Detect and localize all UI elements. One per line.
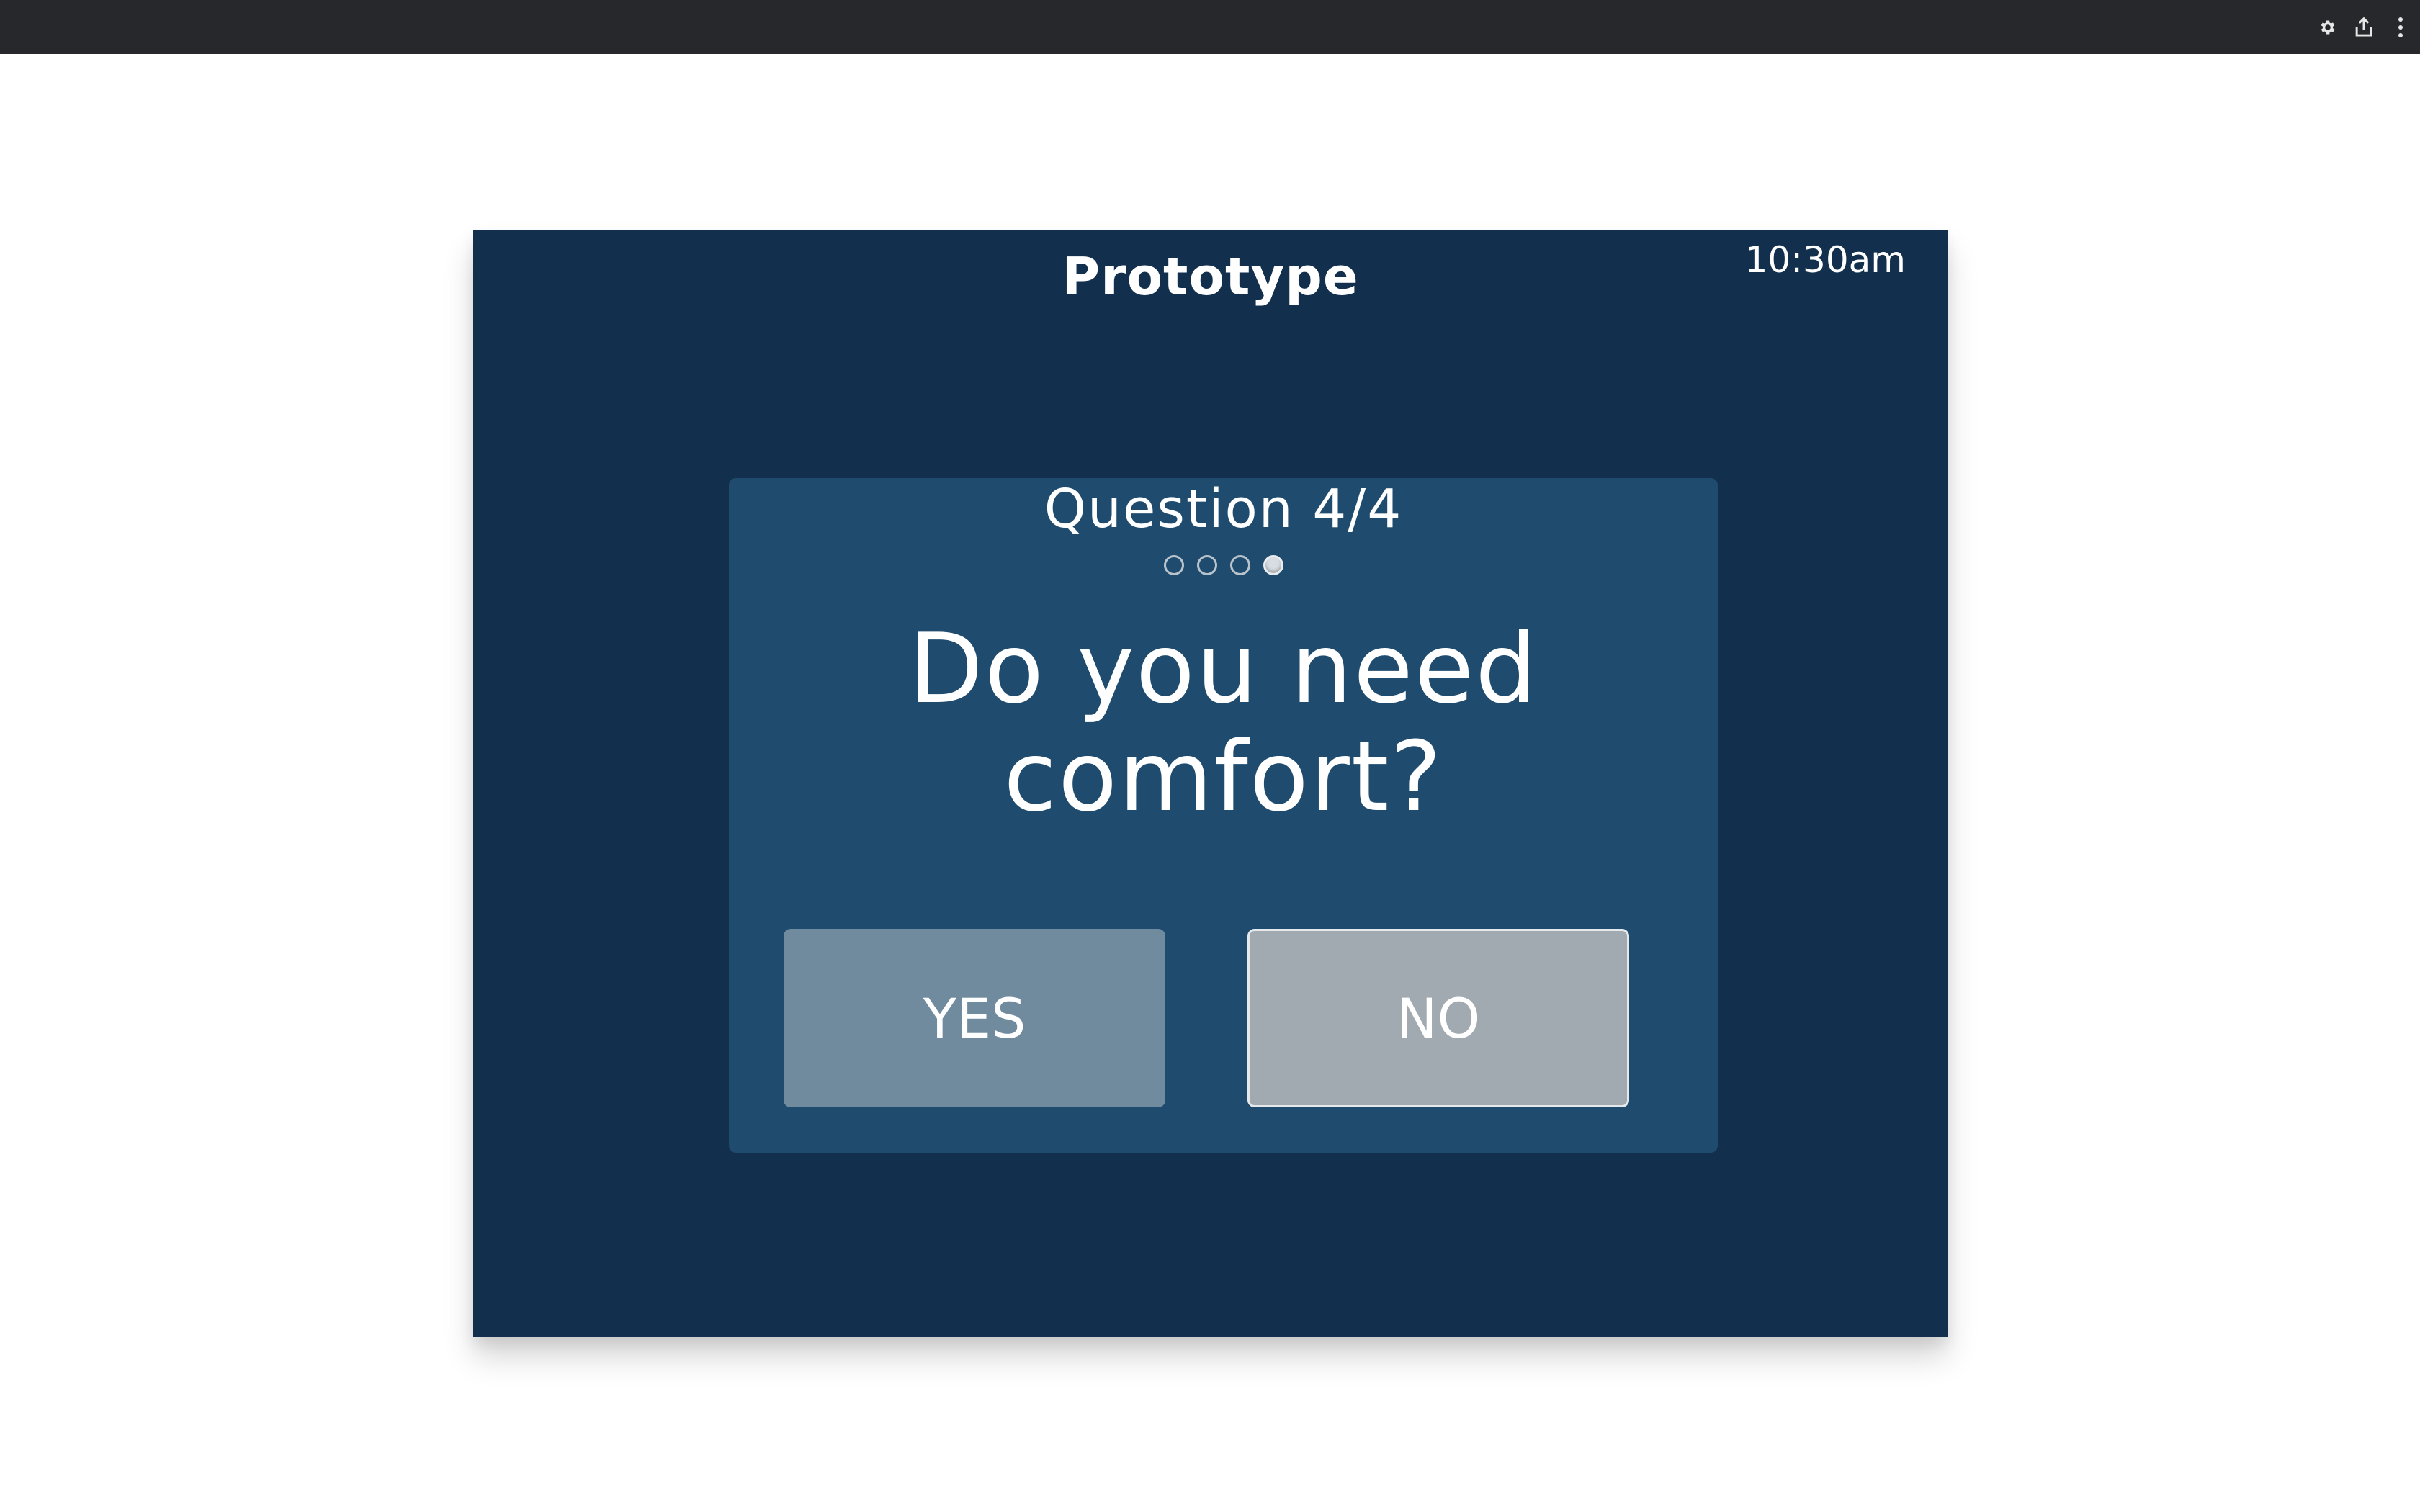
no-button[interactable]: NO bbox=[1247, 929, 1629, 1107]
prototype-screen: Prototype 10:30am Question 4/4 Do you ne… bbox=[473, 230, 1948, 1337]
yes-button[interactable]: YES bbox=[784, 929, 1165, 1107]
gear-icon[interactable] bbox=[2315, 13, 2341, 42]
share-icon[interactable] bbox=[2351, 13, 2377, 42]
question-card: Question 4/4 Do you need comfort? YES NO bbox=[729, 478, 1718, 1153]
progress-dot-active bbox=[1263, 555, 1283, 575]
progress-dots bbox=[729, 554, 1718, 577]
clock-time: 10:30am bbox=[1744, 239, 1906, 281]
question-line: Do you need bbox=[908, 613, 1538, 725]
question-line: comfort? bbox=[1003, 721, 1443, 833]
app-title: Prototype bbox=[1062, 246, 1359, 307]
progress-dot bbox=[1196, 555, 1217, 575]
progress-dot bbox=[1163, 555, 1184, 575]
browser-toolbar bbox=[0, 0, 2420, 54]
question-text: Do you need comfort? bbox=[758, 615, 1689, 831]
progress-dot bbox=[1229, 555, 1250, 575]
question-counter: Question 4/4 bbox=[1044, 478, 1403, 540]
more-vertical-icon[interactable] bbox=[2390, 13, 2411, 42]
